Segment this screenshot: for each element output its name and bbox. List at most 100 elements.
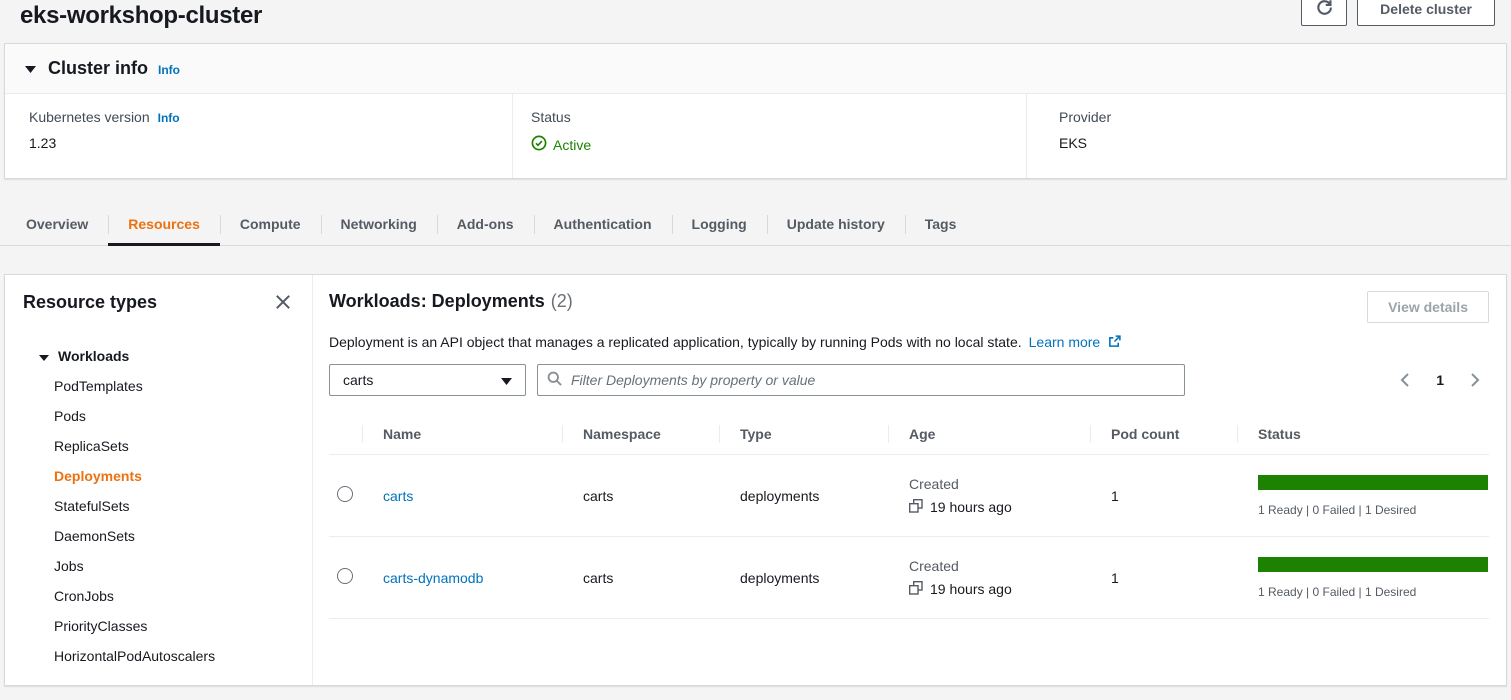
row-select-cell — [329, 568, 363, 587]
age-cell: Created 19 hours ago — [889, 476, 1091, 516]
namespace-column-header: Namespace — [563, 416, 720, 454]
deployments-title: Workloads: Deployments(2) — [329, 291, 573, 312]
filter-row: carts 1 — [329, 364, 1489, 396]
age-value: 19 hours ago — [909, 581, 1091, 598]
tab-resources[interactable]: Resources — [108, 204, 220, 245]
namespace-cell: carts — [563, 570, 720, 586]
namespace-cell: carts — [563, 488, 720, 504]
deployments-description: Deployment is an API object that manages… — [329, 334, 1489, 350]
tab-bar: Overview Resources Compute Networking Ad… — [0, 204, 1511, 246]
kubernetes-version-info-link[interactable]: Info — [158, 111, 180, 125]
sidebar-item-pods[interactable]: Pods — [23, 401, 294, 431]
cluster-info-title: Cluster info — [48, 58, 148, 79]
age-cell: Created 19 hours ago — [889, 558, 1091, 598]
resource-tree: Workloads PodTemplates Pods ReplicaSets … — [23, 341, 294, 671]
status-field: Status Active — [512, 94, 1026, 178]
status-progress-bar — [1258, 557, 1488, 572]
refresh-icon — [1316, 0, 1333, 19]
external-link-icon — [1104, 335, 1121, 351]
table-row: carts carts deployments Created 19 hours… — [329, 455, 1489, 537]
provider-label: Provider — [1059, 109, 1506, 125]
sidebar-item-podtemplates[interactable]: PodTemplates — [23, 371, 294, 401]
chevron-left-icon — [1399, 376, 1411, 391]
sidebar-item-replicasets[interactable]: ReplicaSets — [23, 431, 294, 461]
sidebar-item-jobs[interactable]: Jobs — [23, 551, 294, 581]
tab-update-history[interactable]: Update history — [767, 204, 905, 245]
status-column-header: Status — [1238, 416, 1489, 454]
tree-group-workloads[interactable]: Workloads — [23, 341, 294, 371]
cluster-info-info-link[interactable]: Info — [158, 63, 180, 77]
pod-count-cell: 1 — [1091, 570, 1238, 586]
view-details-button[interactable]: View details — [1367, 291, 1489, 323]
search-box — [537, 364, 1185, 396]
pod-count-column-header: Pod count — [1091, 416, 1238, 454]
status-progress-bar — [1258, 475, 1488, 490]
cluster-info-header[interactable]: Cluster info Info — [5, 44, 1506, 94]
sidebar-item-priorityclasses[interactable]: PriorityClasses — [23, 611, 294, 641]
status-value: Active — [531, 135, 1026, 154]
age-value: 19 hours ago — [909, 499, 1091, 516]
age-created-label: Created — [909, 558, 1091, 574]
deployments-count: (2) — [551, 291, 573, 311]
deployments-header: Workloads: Deployments(2) View details — [329, 291, 1489, 323]
type-column-header: Type — [720, 416, 889, 454]
tab-compute[interactable]: Compute — [220, 204, 321, 245]
kubernetes-version-label: Kubernetes versionInfo — [29, 109, 512, 125]
sidebar-item-statefulsets[interactable]: StatefulSets — [23, 491, 294, 521]
type-cell: deployments — [720, 570, 889, 586]
tab-add-ons[interactable]: Add-ons — [437, 204, 534, 245]
next-page-button[interactable] — [1469, 372, 1481, 388]
close-icon — [274, 299, 292, 314]
age-created-label: Created — [909, 476, 1091, 492]
pod-count-cell: 1 — [1091, 488, 1238, 504]
tab-networking[interactable]: Networking — [321, 204, 437, 245]
page-number[interactable]: 1 — [1436, 372, 1444, 388]
sidebar-item-horizontalpodautoscalers[interactable]: HorizontalPodAutoscalers — [23, 641, 294, 671]
learn-more-link[interactable]: Learn more — [1029, 334, 1101, 350]
status-label: Status — [531, 109, 1026, 125]
name-cell: carts — [363, 488, 563, 504]
provider-value: EKS — [1059, 135, 1506, 151]
tab-authentication[interactable]: Authentication — [534, 204, 672, 245]
kubernetes-version-value: 1.23 — [29, 135, 512, 151]
previous-page-button[interactable] — [1399, 372, 1411, 388]
search-icon — [547, 371, 562, 389]
status-text: 1 Ready | 0 Failed | 1 Desired — [1258, 503, 1489, 517]
filter-dropdown[interactable]: carts — [329, 364, 526, 396]
status-text: 1 Ready | 0 Failed | 1 Desired — [1258, 585, 1489, 599]
sidebar-header: Resource types — [23, 291, 294, 313]
row-select-cell — [329, 486, 363, 505]
sidebar-item-daemonsets[interactable]: DaemonSets — [23, 521, 294, 551]
tab-overview[interactable]: Overview — [6, 204, 108, 245]
refresh-button[interactable] — [1301, 0, 1347, 26]
page-title: eks-workshop-cluster — [20, 2, 1491, 30]
caret-down-icon — [39, 348, 49, 364]
name-column-header: Name — [363, 416, 563, 454]
tab-logging[interactable]: Logging — [672, 204, 767, 245]
table-header-row: Name Namespace Type Age Pod count Status — [329, 416, 1489, 455]
tab-tags[interactable]: Tags — [905, 204, 977, 245]
collapse-caret-icon[interactable] — [25, 60, 36, 76]
copy-icon[interactable] — [909, 581, 923, 598]
copy-icon[interactable] — [909, 499, 923, 516]
row-radio-button[interactable] — [337, 486, 353, 502]
status-cell: 1 Ready | 0 Failed | 1 Desired — [1238, 557, 1489, 599]
sidebar-item-deployments[interactable]: Deployments — [23, 461, 294, 491]
deployments-table: Name Namespace Type Age Pod count Status… — [329, 416, 1489, 619]
deployment-link[interactable]: carts-dynamodb — [383, 570, 483, 586]
deployment-link[interactable]: carts — [383, 488, 413, 504]
pagination: 1 — [1399, 372, 1489, 388]
sidebar-title: Resource types — [23, 292, 157, 313]
sidebar-item-cronjobs[interactable]: CronJobs — [23, 581, 294, 611]
header-actions: Delete cluster — [1301, 0, 1495, 26]
search-input[interactable] — [569, 371, 1175, 389]
row-radio-button[interactable] — [337, 568, 353, 584]
delete-cluster-button[interactable]: Delete cluster — [1357, 0, 1495, 26]
cluster-info-body: Kubernetes versionInfo 1.23 Status Activ… — [5, 94, 1506, 178]
check-circle-icon — [531, 135, 547, 154]
deployments-section: Workloads: Deployments(2) View details D… — [313, 275, 1506, 685]
resources-panel: Resource types Workloads PodTemplates Po… — [4, 274, 1507, 686]
type-cell: deployments — [720, 488, 889, 504]
kubernetes-version-field: Kubernetes versionInfo 1.23 — [5, 94, 512, 178]
close-sidebar-button[interactable] — [272, 291, 294, 313]
